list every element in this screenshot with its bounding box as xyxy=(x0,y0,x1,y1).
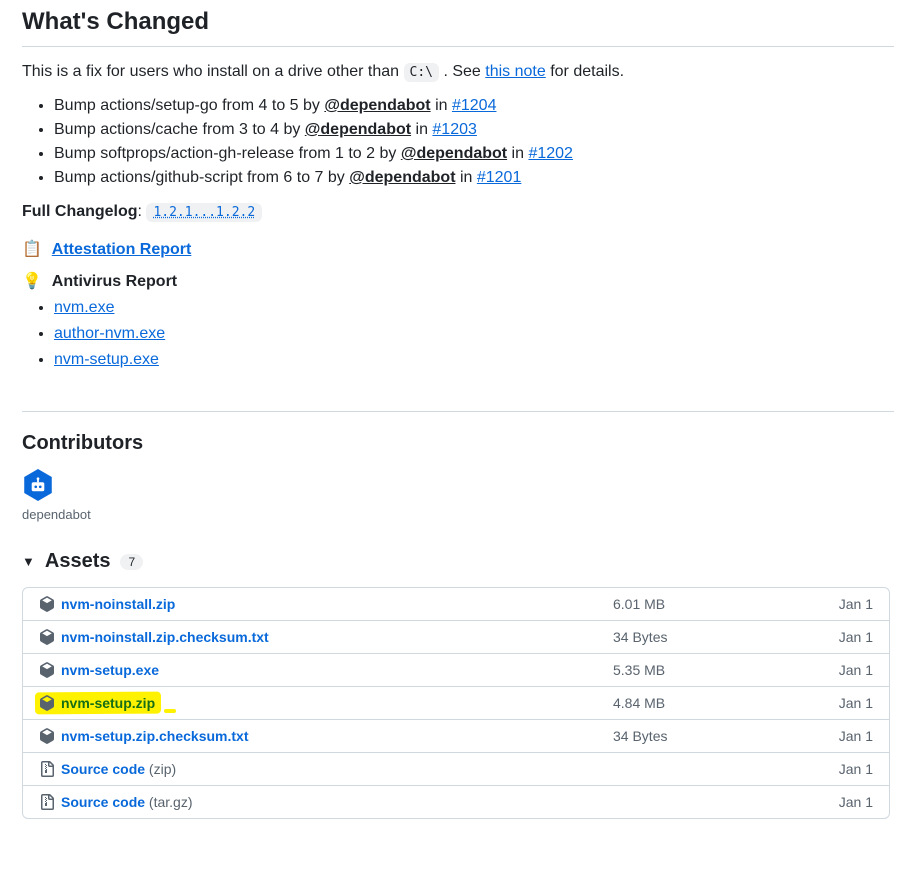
antivirus-link[interactable]: nvm.exe xyxy=(54,299,114,316)
this-note-link[interactable]: this note xyxy=(485,63,545,80)
assets-list: nvm-noinstall.zip6.01 MBJan 1nvm-noinsta… xyxy=(22,587,890,819)
asset-row: nvm-setup.exe 5.35 MBJan 1 xyxy=(23,654,889,687)
mention-link[interactable]: @dependabot xyxy=(349,169,455,186)
attestation-report-link[interactable]: Attestation Report xyxy=(52,241,192,258)
package-icon xyxy=(39,596,55,612)
asset-row: nvm-noinstall.zip.checksum.txt 34 BytesJa… xyxy=(23,621,889,654)
file-zip-icon xyxy=(39,761,55,777)
antivirus-item: nvm-setup.exe xyxy=(54,351,894,369)
bulb-icon: 💡 xyxy=(22,273,42,290)
asset-date: Jan 1 xyxy=(813,695,873,711)
asset-date: Jan 1 xyxy=(813,596,873,612)
bot-icon xyxy=(29,476,47,494)
full-changelog: Full Changelog: 1.2.1...1.2.2 xyxy=(22,203,894,221)
asset-row: Source code (zip) Jan 1 xyxy=(23,753,889,786)
package-icon xyxy=(39,728,55,744)
antivirus-item: nvm.exe xyxy=(54,299,894,317)
intro-paragraph: This is a fix for users who install on a… xyxy=(22,63,894,81)
dependabot-avatar xyxy=(22,469,54,501)
mention-link[interactable]: @dependabot xyxy=(401,145,507,162)
changelog-range-link[interactable]: 1.2.1...1.2.2 xyxy=(146,203,262,222)
pr-link[interactable]: #1201 xyxy=(477,169,522,186)
change-item: Bump actions/setup-go from 4 to 5 by @de… xyxy=(54,97,894,115)
asset-date: Jan 1 xyxy=(813,629,873,645)
contributors-heading: Contributors xyxy=(22,432,894,455)
attestation-line: 📋 Attestation Report xyxy=(22,239,894,259)
package-icon xyxy=(39,662,55,678)
asset-size: 6.01 MB xyxy=(613,596,813,612)
file-zip-icon xyxy=(39,794,55,810)
asset-date: Jan 1 xyxy=(813,794,873,810)
antivirus-list: nvm.exe author-nvm.exe nvm-setup.exe xyxy=(22,299,894,369)
asset-link[interactable]: nvm-noinstall.zip.checksum.txt xyxy=(61,629,269,645)
asset-row: nvm-setup.zip.checksum.txt 34 BytesJan 1 xyxy=(23,720,889,753)
pr-link[interactable]: #1204 xyxy=(452,97,497,114)
asset-date: Jan 1 xyxy=(813,662,873,678)
asset-link[interactable]: nvm-setup.zip xyxy=(61,695,155,711)
assets-toggle[interactable]: ▼ Assets 7 xyxy=(22,550,894,573)
change-list: Bump actions/setup-go from 4 to 5 by @de… xyxy=(22,97,894,187)
assets-count-badge: 7 xyxy=(120,554,143,570)
asset-link[interactable]: nvm-setup.zip.checksum.txt xyxy=(61,728,249,744)
package-icon xyxy=(39,629,55,645)
antivirus-item: author-nvm.exe xyxy=(54,325,894,343)
pr-link[interactable]: #1203 xyxy=(432,121,477,138)
asset-date: Jan 1 xyxy=(813,728,873,744)
change-item: Bump actions/cache from 3 to 4 by @depen… xyxy=(54,121,894,139)
triangle-down-icon: ▼ xyxy=(22,554,35,569)
asset-size: 34 Bytes xyxy=(613,728,813,744)
antivirus-link[interactable]: nvm-setup.exe xyxy=(54,351,159,368)
asset-link[interactable]: nvm-noinstall.zip xyxy=(61,596,175,612)
asset-size: 4.84 MB xyxy=(613,695,813,711)
mention-link[interactable]: @dependabot xyxy=(305,121,411,138)
asset-row: nvm-setup.zip 4.84 MBJan 1 xyxy=(23,687,889,720)
asset-link[interactable]: Source code (tar.gz) xyxy=(61,794,193,810)
change-item: Bump actions/github-script from 6 to 7 b… xyxy=(54,169,894,187)
asset-size: 5.35 MB xyxy=(613,662,813,678)
asset-row: Source code (tar.gz) Jan 1 xyxy=(23,786,889,818)
pr-link[interactable]: #1202 xyxy=(528,145,573,162)
asset-date: Jan 1 xyxy=(813,761,873,777)
asset-size: 34 Bytes xyxy=(613,629,813,645)
package-icon xyxy=(39,695,55,711)
asset-link[interactable]: nvm-setup.exe xyxy=(61,662,159,678)
contributor-name: dependabot xyxy=(22,507,894,522)
mention-link[interactable]: @dependabot xyxy=(324,97,430,114)
code-drive: C:\ xyxy=(404,63,439,82)
change-item: Bump softprops/action-gh-release from 1 … xyxy=(54,145,894,163)
antivirus-link[interactable]: author-nvm.exe xyxy=(54,325,165,342)
contributor-avatar-link[interactable] xyxy=(22,469,54,501)
asset-row: nvm-noinstall.zip 6.01 MBJan 1 xyxy=(23,588,889,621)
asset-link[interactable]: Source code (zip) xyxy=(61,761,176,777)
antivirus-heading: 💡 Antivirus Report xyxy=(22,271,894,291)
whats-changed-heading: What's Changed xyxy=(22,8,894,47)
clipboard-icon: 📋 xyxy=(22,241,42,258)
